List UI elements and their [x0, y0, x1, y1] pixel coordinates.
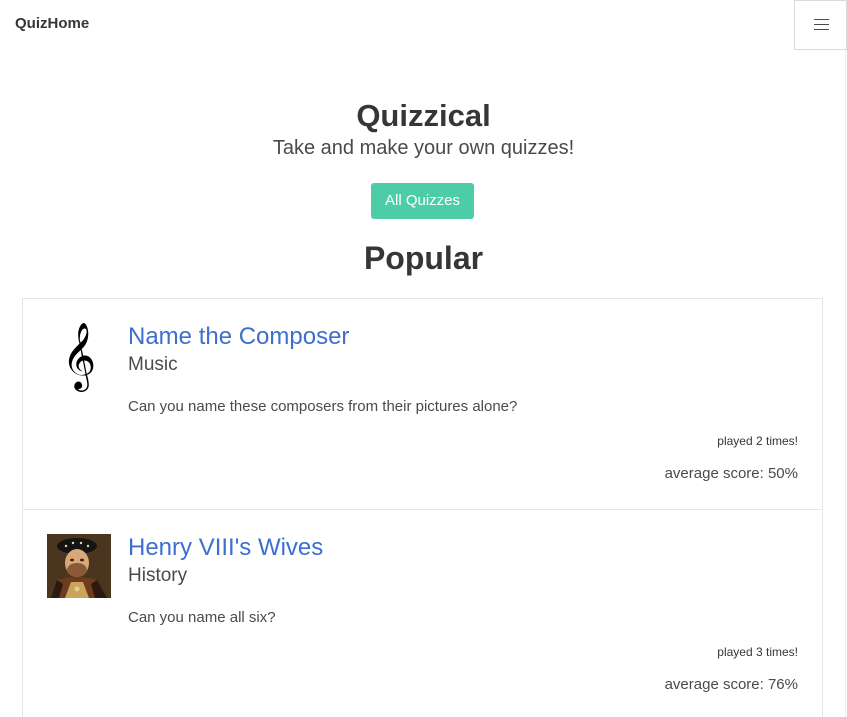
page-subtitle: Take and make your own quizzes! — [272, 137, 575, 159]
portrait-image — [47, 534, 111, 598]
quiz-play-count: played 3 times! — [717, 645, 798, 659]
quiz-category: History — [128, 565, 188, 586]
henry-viii-portrait — [47, 534, 111, 598]
quiz-description: Can you name all six? — [128, 609, 276, 626]
brand-logo[interactable]: QuizHome — [15, 15, 89, 32]
quiz-title-link[interactable]: Henry VIII's Wives — [128, 534, 323, 562]
quiz-title-link[interactable]: Name the Composer — [128, 323, 349, 351]
quiz-average-score: average score: 76% — [664, 676, 798, 693]
treble-clef-icon: 𝄞 — [47, 323, 111, 387]
popular-heading: Popular — [363, 240, 484, 276]
quiz-description: Can you name these composers from their … — [128, 398, 518, 415]
page: QuizHome Quizzical Take and make your ow… — [0, 0, 847, 717]
menu-bar — [814, 29, 829, 30]
menu-bar — [814, 24, 829, 25]
quiz-card: Henry VIII's Wives History Can you name … — [23, 509, 822, 717]
treble-clef-icon: 𝄞 — [61, 321, 97, 389]
page-title: Quizzical — [356, 98, 491, 133]
menu-bar — [814, 19, 829, 20]
quiz-card: 𝄞 Name the Composer Music Can you name t… — [23, 299, 822, 509]
quiz-average-score: average score: 50% — [664, 465, 798, 482]
quiz-play-count: played 2 times! — [717, 434, 798, 448]
popular-quiz-list: 𝄞 Name the Composer Music Can you name t… — [22, 298, 823, 717]
hamburger-menu-icon[interactable] — [794, 0, 847, 50]
all-quizzes-button[interactable]: All Quizzes — [371, 183, 474, 219]
navbar: QuizHome — [0, 0, 847, 50]
quiz-category: Music — [128, 354, 178, 375]
